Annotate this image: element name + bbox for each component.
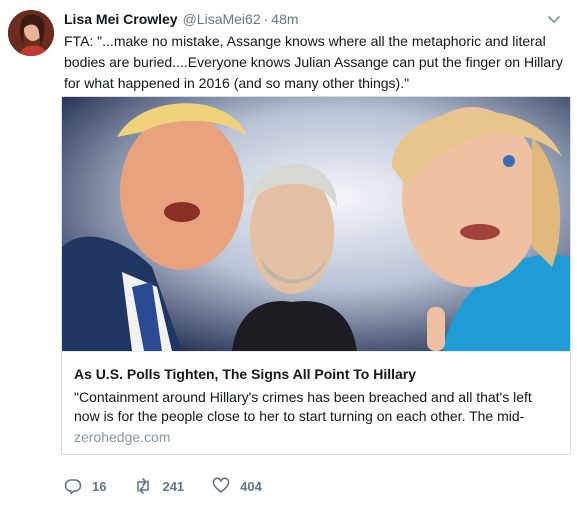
retweet-count: 241 xyxy=(162,478,185,494)
separator: · xyxy=(263,11,269,27)
chevron-down-icon[interactable] xyxy=(545,10,563,28)
avatar[interactable] xyxy=(8,10,54,56)
card-body: As U.S. Polls Tighten, The Signs All Poi… xyxy=(62,351,570,454)
heart-icon xyxy=(212,477,230,493)
reply-button[interactable]: 16 xyxy=(64,477,106,495)
link-card[interactable]: As U.S. Polls Tighten, The Signs All Poi… xyxy=(61,96,571,455)
like-button[interactable]: 404 xyxy=(212,477,262,495)
tweet-actions: 16 241 404 xyxy=(64,474,290,498)
author-handle[interactable]: @LisaMei62 xyxy=(183,11,261,27)
tweet-header: Lisa Mei Crowley @LisaMei62 · 48m xyxy=(64,8,563,30)
reply-icon xyxy=(64,479,82,495)
retweet-button[interactable]: 241 xyxy=(134,477,184,495)
card-image[interactable] xyxy=(62,97,570,351)
card-domain[interactable]: zerohedge.com xyxy=(74,429,558,445)
card-description: "Containment around Hillary's crimes has… xyxy=(74,389,532,424)
timestamp[interactable]: 48m xyxy=(271,11,298,27)
tweet-text: FTA: "...make no mistake, Assange knows … xyxy=(64,33,567,91)
like-count: 404 xyxy=(240,478,262,494)
reply-count: 16 xyxy=(92,478,107,494)
retweet-icon xyxy=(137,478,150,494)
card-title[interactable]: As U.S. Polls Tighten, The Signs All Poi… xyxy=(74,364,558,384)
author-name[interactable]: Lisa Mei Crowley xyxy=(64,11,178,27)
